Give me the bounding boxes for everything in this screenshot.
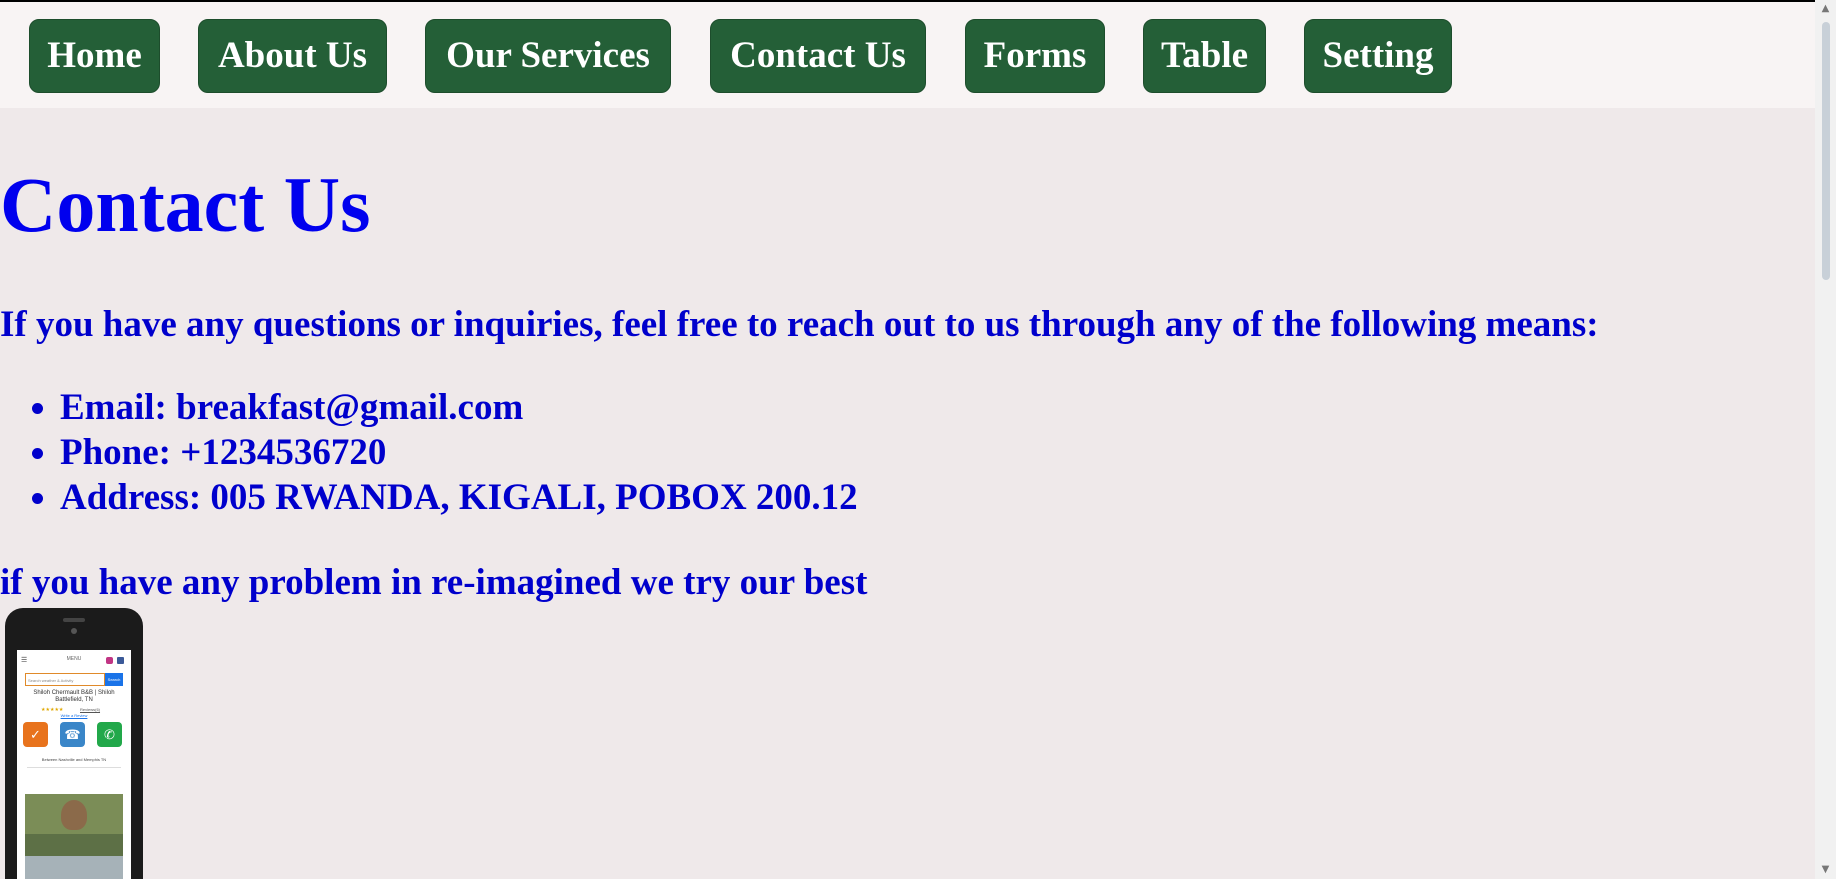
phone-listing-title: Shiloh Chermault B&B | Shiloh Battlefiel… (33, 690, 115, 703)
instagram-icon (106, 657, 113, 664)
nav-services-button[interactable]: Our Services (425, 19, 671, 93)
intro-text: If you have any questions or inquiries, … (0, 304, 1599, 345)
scrollbar-thumb[interactable] (1822, 22, 1830, 280)
phone-review-text: Reviews(6) (80, 707, 101, 712)
phone-camera (71, 628, 77, 634)
nav-forms-button[interactable]: Forms (965, 19, 1105, 93)
nav-setting-button[interactable]: Setting (1304, 19, 1452, 93)
scroll-up-icon[interactable]: ▲ (1815, 0, 1836, 18)
page-title: Contact Us (0, 161, 371, 248)
top-navbar: Home About Us Our Services Contact Us Fo… (0, 0, 1815, 108)
closing-text: if you have any problem in re-imagined w… (0, 562, 868, 603)
scroll-down-icon[interactable]: ▼ (1815, 861, 1836, 879)
phone-speaker (63, 618, 85, 622)
phone-site-label: MENU (66, 656, 82, 662)
nav-contact-button[interactable]: Contact Us (710, 19, 926, 93)
phone-divider (27, 767, 121, 768)
phone-screen: ☰ MENU Search weather & Activity Search … (17, 650, 131, 879)
phone-mockup-image: ☰ MENU Search weather & Activity Search … (5, 608, 143, 879)
whatsapp-icon: ✆ (97, 722, 122, 747)
phone-listing-photo (25, 794, 123, 879)
contact-email: Email: breakfast@gmail.com (60, 385, 858, 430)
contact-address: Address: 005 RWANDA, KIGALI, POBOX 200.1… (60, 475, 858, 520)
page-scrollbar[interactable]: ▲ ▼ (1815, 0, 1836, 879)
phone-search-input: Search weather & Activity (25, 673, 105, 686)
nav-about-button[interactable]: About Us (198, 19, 387, 93)
nav-home-button[interactable]: Home (29, 19, 160, 93)
phone-call-icon: ☎ (60, 722, 85, 747)
phone-review-link: Write a Review (60, 713, 88, 718)
phone-search-button: Search (105, 673, 123, 686)
compass-icon: ✓ (23, 722, 48, 747)
facebook-icon (117, 657, 124, 664)
nav-table-button[interactable]: Table (1143, 19, 1266, 93)
contact-phone: Phone: +1234536720 (60, 430, 858, 475)
contact-list: Email: breakfast@gmail.com Phone: +12345… (0, 385, 858, 520)
phone-address-line: Between Nashville and Memphis TN (41, 757, 107, 762)
